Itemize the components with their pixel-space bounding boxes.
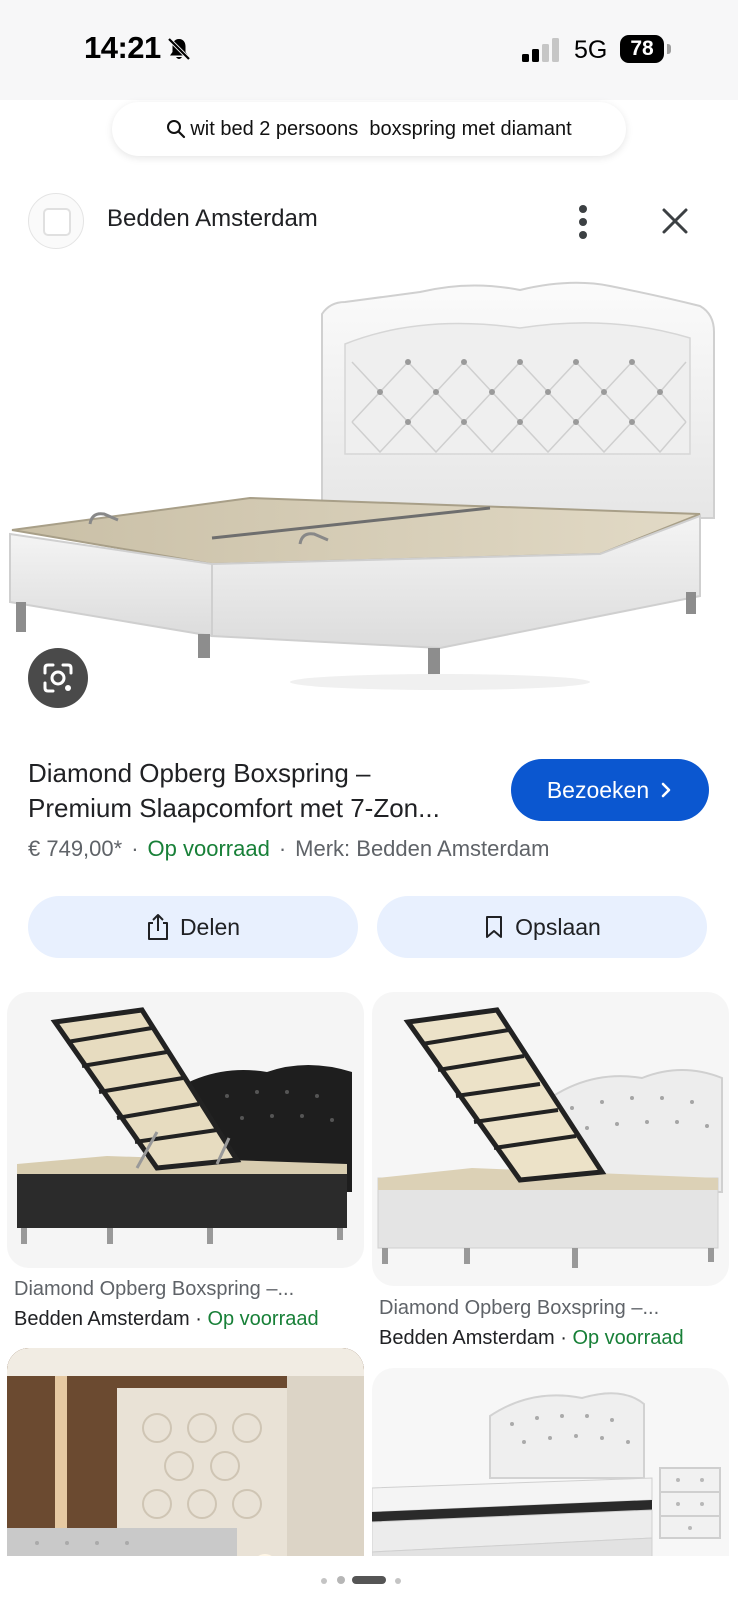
- bookmark-icon: [486, 916, 503, 938]
- network-label: 5G: [574, 36, 608, 64]
- related-result-image-3[interactable]: [7, 1348, 364, 1588]
- related-stock-2: Op voorraad: [572, 1327, 684, 1349]
- related-separator-2: ·: [554, 1327, 573, 1349]
- signal-icon: [522, 38, 559, 62]
- share-label: Delen: [179, 913, 241, 940]
- product-title-line-1: Diamond Opberg Boxspring –: [28, 758, 371, 788]
- product-brand: Merk: Bedden Amsterdam: [295, 836, 550, 861]
- lens-search-button[interactable]: [28, 648, 88, 708]
- share-icon: [147, 914, 168, 940]
- search-query-text: wit bed 2 persoons boxspring met diamant: [190, 117, 572, 140]
- related-result-meta-1: Bedden Amsterdam · Op voorraad: [14, 1308, 319, 1331]
- meta-separator: ·: [131, 836, 139, 861]
- related-result-title-2[interactable]: Diamond Opberg Boxspring –...: [379, 1297, 659, 1320]
- battery-cap: [667, 44, 671, 54]
- bedroom-interior-illustration: [7, 1348, 364, 1588]
- carousel-page-indicator: [0, 1556, 738, 1600]
- page-dot: [337, 1576, 345, 1584]
- page: 14:21 5G 78 wit bed 2 persoons boxspring…: [0, 0, 738, 1600]
- camera-lens-icon: [43, 663, 73, 693]
- related-result-image-4[interactable]: [372, 1368, 729, 1588]
- related-result-title-1[interactable]: Diamond Opberg Boxspring –...: [14, 1278, 294, 1301]
- related-stock-1: Op voorraad: [207, 1308, 319, 1330]
- white-bed-nightstand-illustration: [372, 1392, 721, 1588]
- product-title-line-2: Premium Slaapcomfort met 7-Zon...: [28, 793, 440, 823]
- chevron-right-icon: [661, 782, 671, 798]
- related-result-image-2[interactable]: [372, 992, 729, 1286]
- white-bed-open-illustration: [377, 1007, 723, 1268]
- battery-indicator: 78: [620, 35, 664, 63]
- save-label: Opslaan: [515, 913, 601, 940]
- black-bed-illustration: [17, 1007, 352, 1244]
- bed-illustration: [9, 281, 715, 690]
- save-button[interactable]: Opslaan: [377, 896, 707, 958]
- related-result-meta-2: Bedden Amsterdam · Op voorraad: [379, 1327, 684, 1350]
- visit-button[interactable]: Bezoeken: [511, 759, 709, 821]
- source-favicon: [28, 193, 84, 249]
- search-icon: [167, 120, 186, 139]
- status-time: 14:21: [84, 30, 161, 65]
- share-button[interactable]: Delen: [28, 896, 358, 958]
- related-source-2: Bedden Amsterdam: [379, 1327, 555, 1349]
- related-separator-1: ·: [189, 1308, 208, 1330]
- close-icon[interactable]: [661, 207, 689, 235]
- more-vert-icon[interactable]: [578, 204, 588, 240]
- favicon-placeholder: [43, 208, 71, 236]
- related-source-1: Bedden Amsterdam: [14, 1308, 190, 1330]
- product-price: € 749,00*: [28, 836, 123, 861]
- source-name[interactable]: Bedden Amsterdam: [107, 205, 318, 233]
- visit-button-label: Bezoeken: [546, 776, 650, 803]
- bell-muted-icon: [167, 37, 191, 61]
- meta-separator: ·: [278, 836, 287, 861]
- product-meta-row: € 749,00* · Op voorraad · Merk: Bedden Amste…: [28, 836, 550, 862]
- product-image[interactable]: [0, 262, 738, 736]
- page-dot-active: [352, 1576, 386, 1584]
- product-title[interactable]: Diamond Opberg Boxspring – Premium Slaap…: [28, 756, 498, 826]
- page-dot: [321, 1578, 327, 1584]
- related-result-image-1[interactable]: [7, 992, 364, 1268]
- status-bar: 14:21 5G 78: [0, 0, 738, 100]
- search-query-pill[interactable]: wit bed 2 persoons boxspring met diamant: [112, 102, 626, 156]
- page-dot: [395, 1578, 401, 1584]
- stock-status: Op voorraad: [147, 836, 270, 861]
